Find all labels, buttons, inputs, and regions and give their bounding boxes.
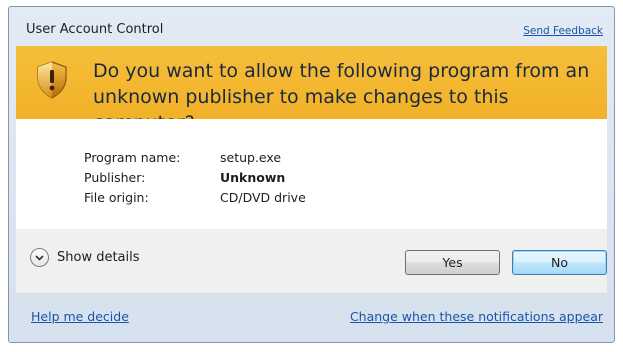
program-info: Program name: setup.exe Publisher: Unkno… [84, 148, 306, 208]
title-bar: User Account Control Send Feedback [9, 7, 614, 45]
dialog-title: User Account Control [26, 22, 164, 37]
no-button[interactable]: No [512, 250, 607, 275]
show-details-toggle[interactable]: Show details [30, 248, 140, 267]
chevron-down-glyph [35, 254, 44, 261]
program-name-row: Program name: setup.exe [84, 148, 306, 168]
help-me-decide-link[interactable]: Help me decide [31, 309, 129, 324]
change-notifications-link[interactable]: Change when these notifications appear [350, 309, 603, 324]
file-origin-row: File origin: CD/DVD drive [84, 188, 306, 208]
warning-banner: Do you want to allow the following progr… [16, 46, 607, 134]
send-feedback-link[interactable]: Send Feedback [523, 25, 603, 37]
yes-button[interactable]: Yes [405, 250, 500, 275]
program-info-panel: Program name: setup.exe Publisher: Unkno… [16, 119, 607, 229]
show-details-label[interactable]: Show details [57, 250, 140, 265]
file-origin-label: File origin: [84, 190, 149, 205]
chevron-down-icon[interactable] [30, 248, 49, 267]
file-origin-value: CD/DVD drive [220, 190, 306, 205]
publisher-label: Publisher: [84, 170, 146, 185]
button-bar: Show details Yes No [16, 229, 607, 294]
help-links-bar: Help me decide Change when these notific… [9, 294, 614, 342]
uac-dialog: User Account Control Send Feedback Do yo… [8, 6, 615, 343]
publisher-value: Unknown [220, 170, 286, 185]
publisher-row: Publisher: Unknown [84, 168, 306, 188]
program-name-value: setup.exe [220, 150, 282, 165]
warning-shield-icon [37, 61, 67, 99]
program-name-label: Program name: [84, 150, 181, 165]
